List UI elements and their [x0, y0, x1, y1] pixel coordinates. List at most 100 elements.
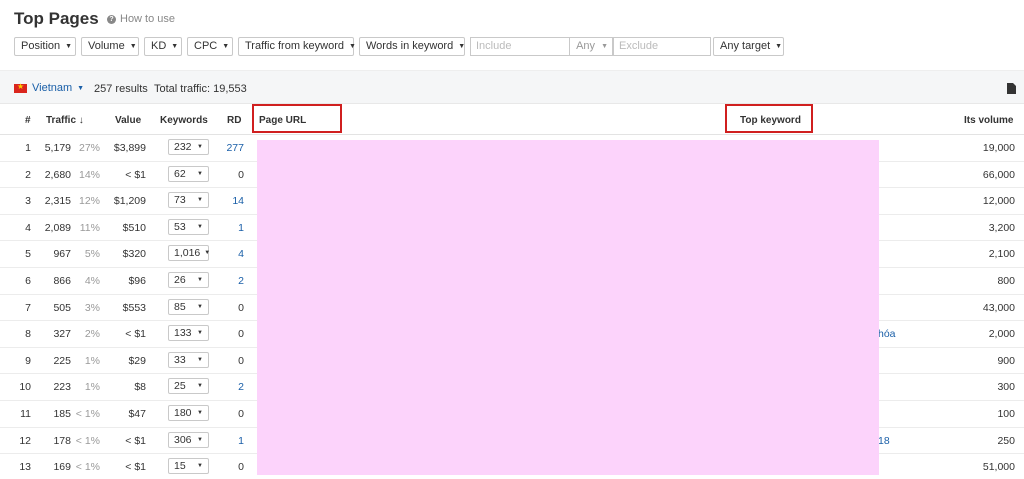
row-number: 3	[25, 195, 31, 208]
target-filter-label: Any target	[720, 40, 771, 52]
chevron-down-icon: ▼	[601, 43, 608, 50]
chevron-down-icon: ▼	[197, 410, 203, 416]
keywords-count: 85	[174, 300, 186, 313]
keywords-dropdown[interactable]: 26 ▼	[168, 272, 209, 288]
include-mode-select[interactable]: Any ▼	[570, 37, 613, 56]
chevron-down-icon: ▼	[458, 43, 466, 50]
keywords-count: 306	[174, 433, 192, 446]
column-header-top-keyword: Top keyword	[740, 115, 801, 126]
traffic-value: 223	[53, 381, 71, 394]
total-traffic: Total traffic: 19,553	[154, 83, 247, 95]
referring-domains: 0	[238, 354, 244, 367]
value-amount: $8	[134, 381, 146, 394]
column-header-value[interactable]: Value	[115, 115, 141, 126]
keywords-dropdown[interactable]: 85 ▼	[168, 298, 209, 315]
country-selector[interactable]: Vietnam ▼	[14, 82, 84, 94]
keywords-dropdown[interactable]: 15 ▼	[168, 458, 209, 475]
traffic-from-keyword-label: Traffic from keyword	[245, 40, 345, 52]
chevron-down-icon: ▼	[65, 43, 73, 50]
referring-domains[interactable]: 1	[238, 222, 244, 234]
how-to-use-link[interactable]: ? How to use	[107, 13, 175, 25]
exclude-input[interactable]: Exclude	[613, 37, 711, 56]
traffic-share: < 1%	[75, 434, 100, 447]
top-keyword-link[interactable]: hóa	[878, 328, 896, 340]
keywords-dropdown[interactable]: 33 ▼	[168, 351, 209, 368]
traffic-share: 5%	[84, 248, 100, 261]
redacted-area	[257, 140, 879, 475]
referring-domains[interactable]: 2	[238, 275, 244, 287]
row-number: 2	[25, 168, 31, 181]
chevron-down-icon: ▼	[77, 84, 85, 92]
keywords-count: 232	[174, 141, 192, 153]
referring-domains[interactable]: 4	[238, 248, 244, 260]
traffic-share: 3%	[84, 301, 100, 314]
keywords-count: 33	[174, 353, 186, 366]
its-volume: 2,000	[988, 328, 1015, 341]
column-header-keywords[interactable]: Keywords	[160, 115, 208, 126]
keywords-count: 26	[174, 274, 186, 286]
kd-filter[interactable]: KD ▼	[144, 37, 182, 56]
include-mode-label: Any	[576, 40, 596, 52]
volume-filter[interactable]: Volume ▼	[81, 37, 139, 56]
keywords-count: 73	[174, 194, 186, 207]
keywords-dropdown[interactable]: 133 ▼	[168, 325, 209, 342]
keywords-dropdown[interactable]: 306 ▼	[168, 431, 209, 448]
help-icon: ?	[107, 14, 116, 24]
referring-domains[interactable]: 14	[232, 195, 244, 207]
keywords-dropdown[interactable]: 62 ▼	[168, 165, 209, 182]
value-amount: $29	[128, 354, 146, 367]
keywords-dropdown[interactable]: 180 ▼	[168, 405, 209, 421]
row-number: 10	[19, 381, 31, 394]
its-volume: 66,000	[982, 168, 1015, 181]
referring-domains: 0	[238, 461, 244, 474]
chevron-down-icon: ▼	[197, 197, 203, 204]
position-filter-label: Position	[21, 40, 61, 52]
its-volume: 19,000	[982, 142, 1015, 154]
volume-filter-label: Volume	[88, 40, 125, 52]
row-number: 6	[25, 275, 31, 287]
referring-domains[interactable]: 2	[238, 381, 244, 393]
referring-domains[interactable]: 277	[226, 142, 244, 154]
chevron-down-icon: ▼	[204, 250, 211, 257]
chevron-down-icon: ▼	[129, 43, 137, 50]
cpc-filter[interactable]: CPC ▼	[187, 37, 233, 56]
traffic-share: 14%	[78, 168, 100, 181]
traffic-value: 225	[53, 354, 71, 367]
cpc-filter-label: CPC	[194, 40, 218, 52]
traffic-value: 505	[53, 301, 71, 314]
column-header-traffic[interactable]: Traffic ↓	[46, 115, 84, 126]
referring-domains: 0	[238, 168, 244, 181]
words-in-keyword-filter[interactable]: Words in keyword ▼	[359, 37, 465, 56]
position-filter[interactable]: Position ▼	[14, 37, 76, 56]
traffic-value: 866	[53, 275, 71, 287]
traffic-share: 11%	[79, 221, 100, 234]
keywords-dropdown[interactable]: 232 ▼	[168, 139, 209, 155]
traffic-value: 185	[53, 408, 71, 420]
export-icon[interactable]	[1007, 83, 1016, 94]
include-input[interactable]: Include	[470, 37, 570, 56]
table-header: # Traffic ↓ Value Keywords RD Page URL T…	[0, 104, 1024, 135]
vietnam-flag-icon	[14, 82, 27, 93]
keywords-dropdown[interactable]: 25 ▼	[168, 378, 209, 395]
words-in-keyword-label: Words in keyword	[366, 40, 454, 52]
keywords-dropdown[interactable]: 73 ▼	[168, 192, 209, 209]
chevron-down-icon: ▼	[197, 436, 203, 443]
chevron-down-icon: ▼	[197, 170, 203, 177]
top-keyword-link[interactable]: 18	[878, 435, 890, 447]
column-header-its-volume[interactable]: Its volume	[964, 115, 1013, 126]
target-filter[interactable]: Any target ▼	[713, 37, 784, 56]
traffic-from-keyword-filter[interactable]: Traffic from keyword ▼	[238, 37, 356, 56]
column-header-rd[interactable]: RD	[227, 115, 241, 126]
traffic-share: 27%	[78, 142, 100, 154]
keywords-dropdown[interactable]: 1,016 ▼	[168, 245, 211, 262]
traffic-value: 169	[53, 461, 71, 474]
chevron-down-icon: ▼	[171, 43, 179, 50]
keywords-dropdown[interactable]: 53 ▼	[168, 218, 209, 235]
keywords-count: 25	[174, 380, 186, 393]
referring-domains[interactable]: 1	[238, 435, 244, 447]
value-amount: $1,209	[113, 195, 146, 208]
chevron-down-icon: ▼	[349, 43, 356, 50]
its-volume: 800	[997, 275, 1015, 287]
column-header-num: #	[25, 115, 31, 126]
page-title: Top Pages	[14, 9, 99, 28]
